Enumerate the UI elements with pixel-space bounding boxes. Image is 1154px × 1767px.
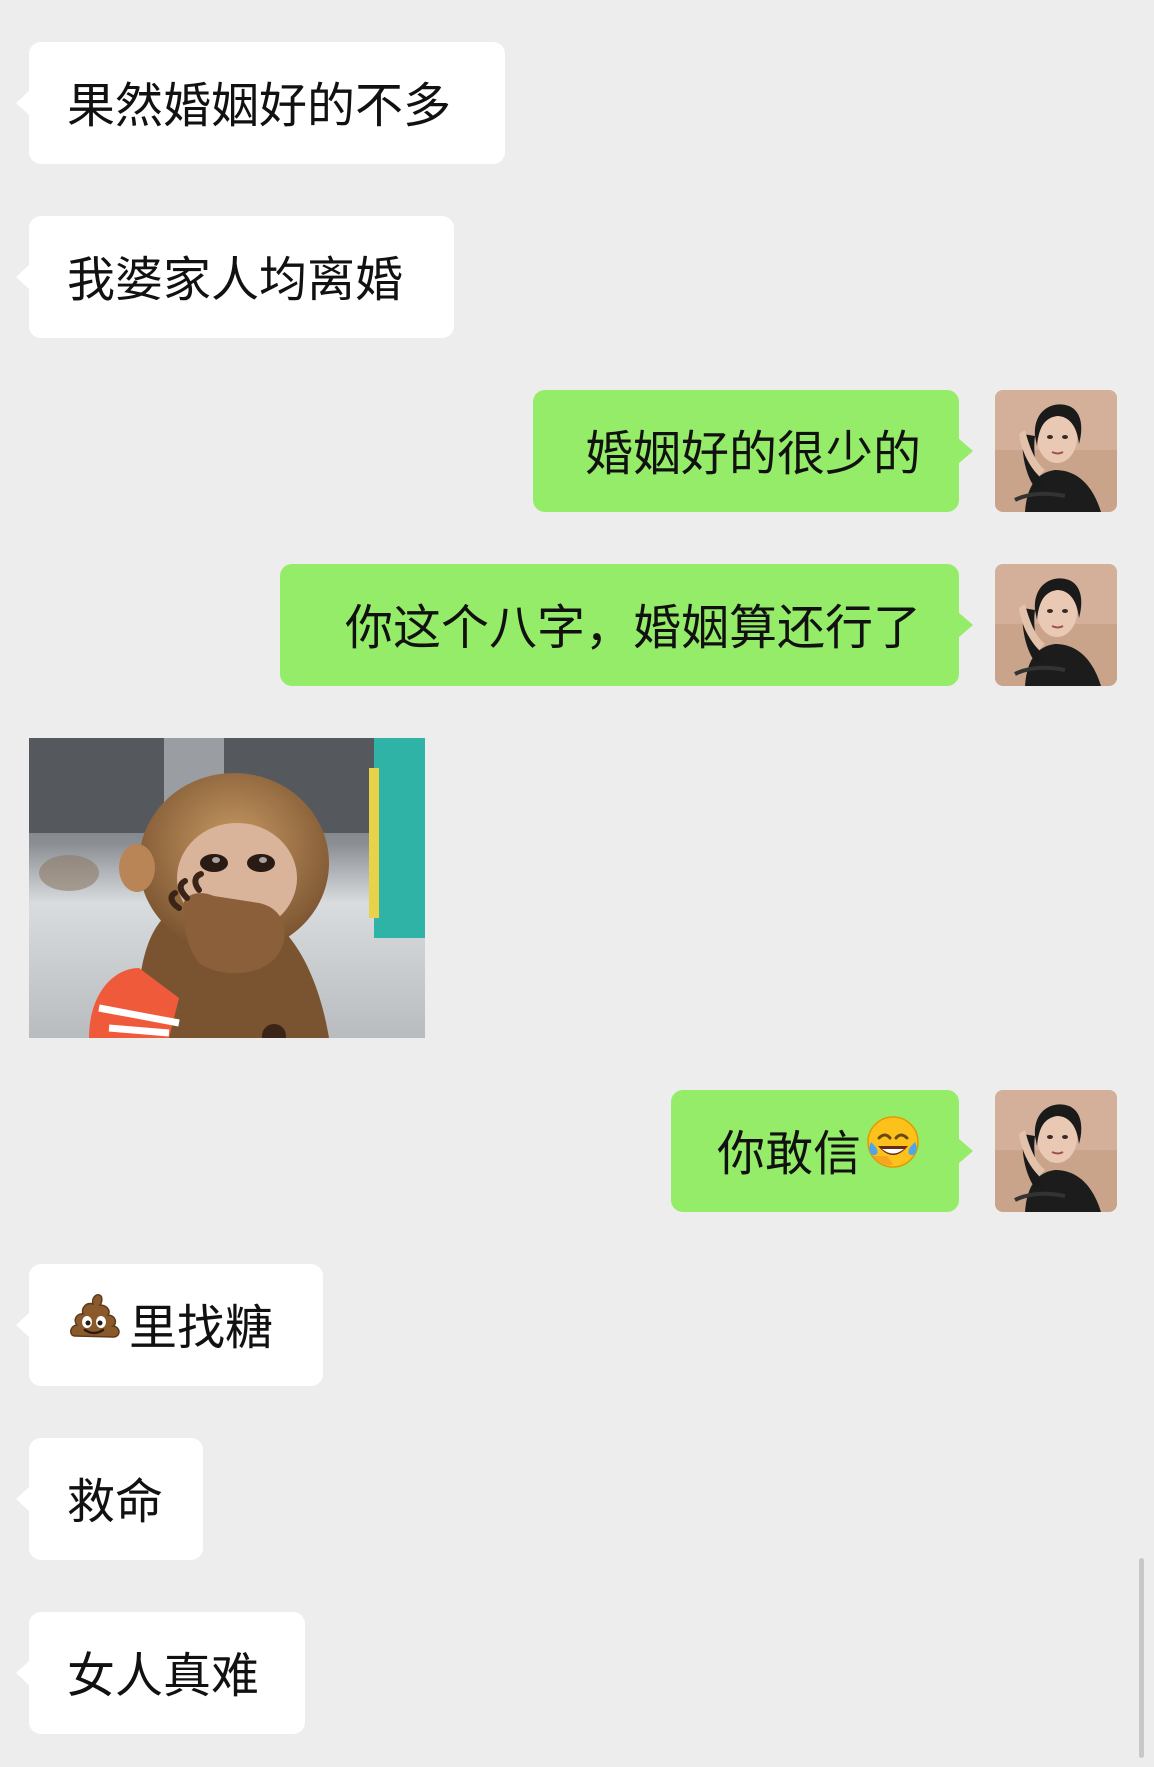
message-bubble-incoming[interactable]: 我婆家人均离婚 (16, 216, 454, 338)
message-text: 婚姻好的很少的 (584, 426, 921, 482)
message-text: 我婆家人均离婚 (67, 252, 404, 308)
monkey-sticker-icon (29, 738, 425, 1038)
user-avatar[interactable] (995, 564, 1117, 686)
message-bubble-outgoing[interactable]: 你这个八字，婚姻算还行了 (280, 564, 973, 686)
avatar-portrait-icon (995, 564, 1117, 686)
message-text: 女人真难 (67, 1648, 260, 1704)
avatar-portrait-icon (995, 390, 1117, 512)
user-avatar[interactable] (995, 1090, 1117, 1212)
message-bubble-outgoing[interactable]: 你敢信 (671, 1090, 973, 1215)
avatar-portrait-icon (995, 1090, 1117, 1212)
message-bubble-incoming[interactable]: 救命 (16, 1438, 203, 1560)
poop-emoji-icon (67, 1267, 123, 1389)
message-text: 救命 (67, 1474, 164, 1530)
message-bubble-incoming[interactable]: 果然婚姻好的不多 (16, 42, 505, 164)
image-message[interactable] (29, 738, 425, 1038)
message-bubble-incoming[interactable]: 女人真难 (16, 1612, 305, 1734)
message-text: 里找糖 (129, 1300, 274, 1356)
message-bubble-incoming[interactable]: 里找糖 (16, 1264, 323, 1389)
user-avatar[interactable] (995, 390, 1117, 512)
scrollbar[interactable] (1139, 1558, 1144, 1758)
message-text: 你敢信 (716, 1126, 861, 1182)
message-text: 你这个八字，婚姻算还行了 (344, 600, 921, 656)
crying-laughing-emoji-icon (865, 1093, 921, 1215)
message-bubble-outgoing[interactable]: 婚姻好的很少的 (533, 390, 973, 512)
message-text: 果然婚姻好的不多 (67, 78, 452, 134)
